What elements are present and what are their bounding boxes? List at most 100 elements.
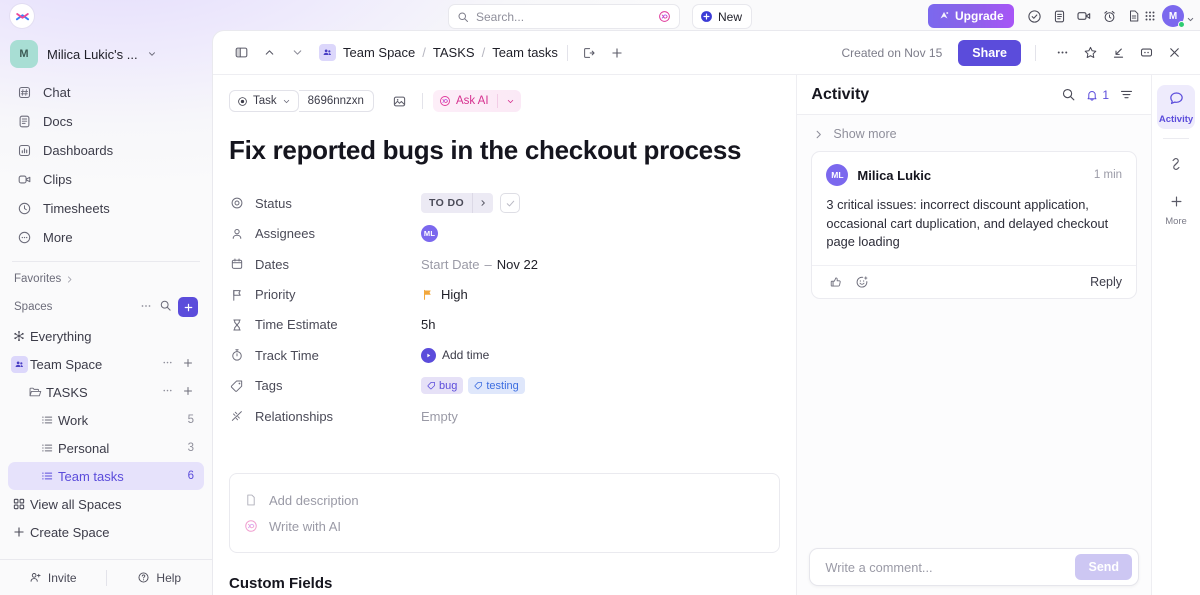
- sidebar-item-team-space[interactable]: Team Space: [8, 350, 204, 378]
- ask-ai-button[interactable]: Ask AI: [432, 90, 521, 112]
- clickup-logo[interactable]: [10, 4, 34, 28]
- task-id-value: 8696nnzxn: [307, 95, 364, 107]
- page-title[interactable]: Fix reported bugs in the checkout proces…: [213, 113, 796, 166]
- help-button[interactable]: Help: [107, 571, 213, 585]
- reply-button[interactable]: Reply: [1090, 275, 1122, 289]
- tag-bug[interactable]: bug: [421, 377, 464, 395]
- activity-comment: ML Milica Lukic 1 min 3 critical issues:…: [811, 151, 1138, 299]
- chevron-down-icon[interactable]: [506, 97, 515, 106]
- favorites-section[interactable]: Favorites: [0, 266, 212, 292]
- add-description-button[interactable]: Add description: [244, 487, 765, 513]
- task-type-dropdown[interactable]: Task: [229, 90, 299, 112]
- search-icon[interactable]: [1057, 84, 1079, 106]
- rail-tab-activity[interactable]: Activity: [1157, 85, 1196, 129]
- write-with-ai-button[interactable]: Write with AI: [244, 513, 765, 539]
- create-space-label: Create Space: [30, 524, 110, 540]
- clipboard-icon[interactable]: [1049, 6, 1069, 26]
- play-timer-icon[interactable]: [421, 347, 436, 363]
- send-button[interactable]: Send: [1075, 554, 1133, 580]
- field-value-dates[interactable]: Start Date – Nov 22: [421, 257, 538, 272]
- alarm-clock-icon[interactable]: [1099, 6, 1119, 26]
- upgrade-button[interactable]: Upgrade: [928, 4, 1014, 28]
- search-input[interactable]: Search...: [448, 4, 680, 29]
- comment-composer[interactable]: Write a comment... Send: [809, 548, 1140, 586]
- rail-divider: [1163, 138, 1190, 139]
- breadcrumb-item-list[interactable]: Team tasks: [492, 45, 558, 60]
- link-chain-icon[interactable]: [1159, 149, 1193, 179]
- breadcrumb-item-space[interactable]: Team Space: [343, 45, 415, 60]
- ellipsis-icon[interactable]: [139, 299, 153, 316]
- comment-input[interactable]: Write a comment...: [825, 560, 1075, 575]
- sidebar-item-dashboards[interactable]: Dashboards: [8, 136, 204, 165]
- sidebar-item-team-tasks[interactable]: Team tasks 6: [8, 462, 204, 490]
- share-button-label: Share: [972, 45, 1007, 60]
- avatar-initial: M: [1168, 10, 1178, 22]
- create-space-button[interactable]: Create Space: [8, 518, 204, 546]
- invite-button[interactable]: Invite: [0, 571, 106, 585]
- sidebar-item-clips[interactable]: Clips: [8, 165, 204, 194]
- share-button[interactable]: Share: [958, 39, 1021, 66]
- plus-icon[interactable]: [182, 357, 194, 372]
- panel-toggle-icon[interactable]: [229, 41, 253, 65]
- ai-sparkle-icon[interactable]: [658, 10, 671, 23]
- plus-icon[interactable]: [182, 385, 194, 400]
- sidebar-item-more[interactable]: More: [8, 223, 204, 252]
- add-space-button[interactable]: [178, 297, 198, 317]
- complete-task-checkbox[interactable]: [500, 193, 521, 214]
- sidebar-item-docs[interactable]: Docs: [8, 107, 204, 136]
- add-view-button[interactable]: [605, 41, 629, 65]
- breadcrumb-item-folder[interactable]: TASKS: [433, 45, 475, 60]
- clips-video-icon: [16, 172, 32, 188]
- avatar[interactable]: M: [1162, 5, 1185, 28]
- image-icon[interactable]: [388, 89, 412, 113]
- field-value-time-estimate[interactable]: 5h: [421, 317, 435, 332]
- show-more-button[interactable]: Show more: [797, 115, 1151, 151]
- video-camera-icon[interactable]: [1074, 6, 1094, 26]
- sidebar-item-work[interactable]: Work 5: [8, 406, 204, 434]
- thumbs-up-icon[interactable]: [826, 272, 846, 292]
- status-badge[interactable]: TO DO: [421, 193, 473, 214]
- clickup-logo-icon: [15, 12, 29, 20]
- status-next-button[interactable]: [472, 193, 494, 214]
- task-id[interactable]: 8696nnzxn: [298, 90, 374, 112]
- sidebar-item-tasks-folder[interactable]: TASKS: [8, 378, 204, 406]
- prev-task-button[interactable]: [257, 41, 281, 65]
- rail-more-button[interactable]: More: [1157, 189, 1195, 231]
- field-row-assignees: Assignees ML: [229, 219, 780, 249]
- collapse-arrow-icon[interactable]: [1106, 41, 1130, 65]
- apps-grid-icon[interactable]: [1140, 6, 1160, 26]
- notifications-toggle[interactable]: 1: [1085, 88, 1109, 102]
- description-box[interactable]: Add description Write with AI: [229, 473, 781, 554]
- spaces-label-wrap[interactable]: Spaces: [14, 301, 139, 313]
- sidebar-item-label: Clips: [43, 172, 72, 187]
- more-ellipsis-icon[interactable]: [1050, 41, 1074, 65]
- sidebar-item-label: Work: [58, 412, 89, 428]
- assignee-avatar[interactable]: ML: [421, 225, 438, 243]
- activity-header: Activity 1: [797, 75, 1152, 115]
- sidebar-item-chat[interactable]: Chat: [8, 78, 204, 107]
- next-task-button[interactable]: [285, 41, 309, 65]
- add-reaction-icon[interactable]: [852, 272, 872, 292]
- field-value-relationships[interactable]: Empty: [421, 409, 458, 424]
- view-all-spaces-button[interactable]: View all Spaces: [8, 490, 204, 518]
- ellipsis-icon[interactable]: [161, 384, 174, 400]
- open-external-icon[interactable]: [577, 41, 601, 65]
- star-icon[interactable]: [1078, 41, 1102, 65]
- workspace-selector[interactable]: M Milica Lukic's ...: [0, 32, 212, 78]
- chevron-down-icon[interactable]: [1186, 11, 1195, 29]
- tag-testing[interactable]: testing: [468, 377, 525, 395]
- field-value-track-time[interactable]: Add time: [421, 347, 489, 363]
- sidebar-item-everything[interactable]: Everything: [8, 322, 204, 350]
- sidebar-item-timesheets[interactable]: Timesheets: [8, 194, 204, 223]
- search-icon[interactable]: [159, 299, 172, 315]
- status-circle-icon: [229, 196, 244, 211]
- comment-avatar[interactable]: ML: [826, 164, 849, 186]
- sidebar-item-personal[interactable]: Personal 3: [8, 434, 204, 462]
- close-icon[interactable]: [1162, 41, 1186, 65]
- ellipsis-icon[interactable]: [161, 356, 174, 372]
- filter-icon[interactable]: [1115, 84, 1137, 106]
- field-value-priority[interactable]: High: [421, 287, 468, 302]
- new-button[interactable]: New: [692, 4, 753, 29]
- minimize-icon[interactable]: [1134, 41, 1158, 65]
- check-circle-icon[interactable]: [1024, 6, 1044, 26]
